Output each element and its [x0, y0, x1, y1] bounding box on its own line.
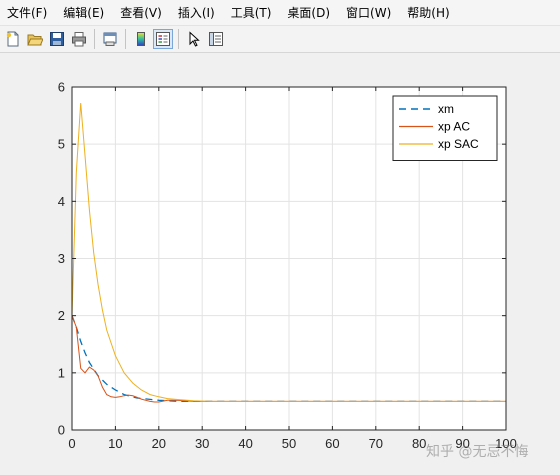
x-tick-label: 20: [152, 436, 166, 451]
y-tick-label: 6: [58, 80, 65, 95]
menu-tools[interactable]: 工具(T): [223, 0, 280, 26]
open-file-button[interactable]: [25, 29, 45, 49]
insert-legend-button[interactable]: [153, 29, 173, 49]
menu-view[interactable]: 查看(V): [112, 0, 170, 26]
menu-desktop[interactable]: 桌面(D): [279, 0, 338, 26]
print-button[interactable]: [69, 29, 89, 49]
property-inspector-icon: [209, 32, 223, 46]
menu-insert[interactable]: 插入(I): [170, 0, 223, 26]
menu-file[interactable]: 文件(F): [0, 0, 55, 26]
y-tick-label: 4: [58, 194, 65, 209]
toolbar-separator: [125, 29, 126, 49]
x-tick-label: 60: [325, 436, 339, 451]
insert-colorbar-button[interactable]: [131, 29, 151, 49]
figure-canvas: 0 10 20 30 40 50 60 70 80 90 100 0 1 2 3 4 5 6 xm xp AC xp S…: [0, 54, 560, 475]
toolbar-separator: [94, 29, 95, 49]
save-icon: [50, 32, 64, 46]
x-tick-label: 40: [238, 436, 252, 451]
menu-window[interactable]: 窗口(W): [338, 0, 399, 26]
property-inspector-button[interactable]: [206, 29, 226, 49]
line-chart: 0 10 20 30 40 50 60 70 80 90 1000123456xmxp ACxp S…: [58, 80, 517, 452]
toolbar: [0, 26, 560, 53]
new-figure-button[interactable]: [3, 29, 23, 49]
x-tick-label: 80: [412, 436, 426, 451]
toolbar-separator: [178, 29, 179, 49]
legend-label: xp AC: [438, 120, 470, 134]
watermark: 知乎 @无忌不悔: [426, 444, 529, 460]
x-tick-label: 10: [108, 436, 122, 451]
link-plot-button[interactable]: [100, 29, 120, 49]
menu-bar: 文件(F) 编辑(E) 查看(V) 插入(I) 工具(T) 桌面(D) 窗口(W…: [0, 0, 560, 26]
y-tick-label: 3: [58, 251, 65, 266]
menu-edit[interactable]: 编辑(E): [55, 0, 112, 26]
print-icon: [72, 32, 86, 47]
x-tick-label: 0: [68, 436, 75, 451]
link-plot-icon: [103, 32, 117, 46]
insert-colorbar-icon: [137, 32, 145, 46]
y-tick-label: 1: [58, 365, 65, 380]
menu-help[interactable]: 帮助(H): [399, 0, 457, 26]
y-tick-label: 0: [58, 423, 65, 438]
legend-label: xp SAC: [438, 137, 479, 151]
insert-legend-icon: [156, 32, 170, 46]
x-tick-label: 70: [369, 436, 383, 451]
edit-plot-button[interactable]: [184, 29, 204, 49]
new-figure-icon: [6, 31, 19, 47]
x-tick-label: 50: [282, 436, 296, 451]
edit-plot-arrow-icon: [189, 31, 200, 47]
x-tick-label: 30: [195, 436, 209, 451]
y-tick-label: 5: [58, 137, 65, 152]
save-button[interactable]: [47, 29, 67, 49]
y-tick-label: 2: [58, 308, 65, 323]
legend-label: xm: [438, 102, 454, 116]
open-file-icon: [27, 34, 43, 46]
